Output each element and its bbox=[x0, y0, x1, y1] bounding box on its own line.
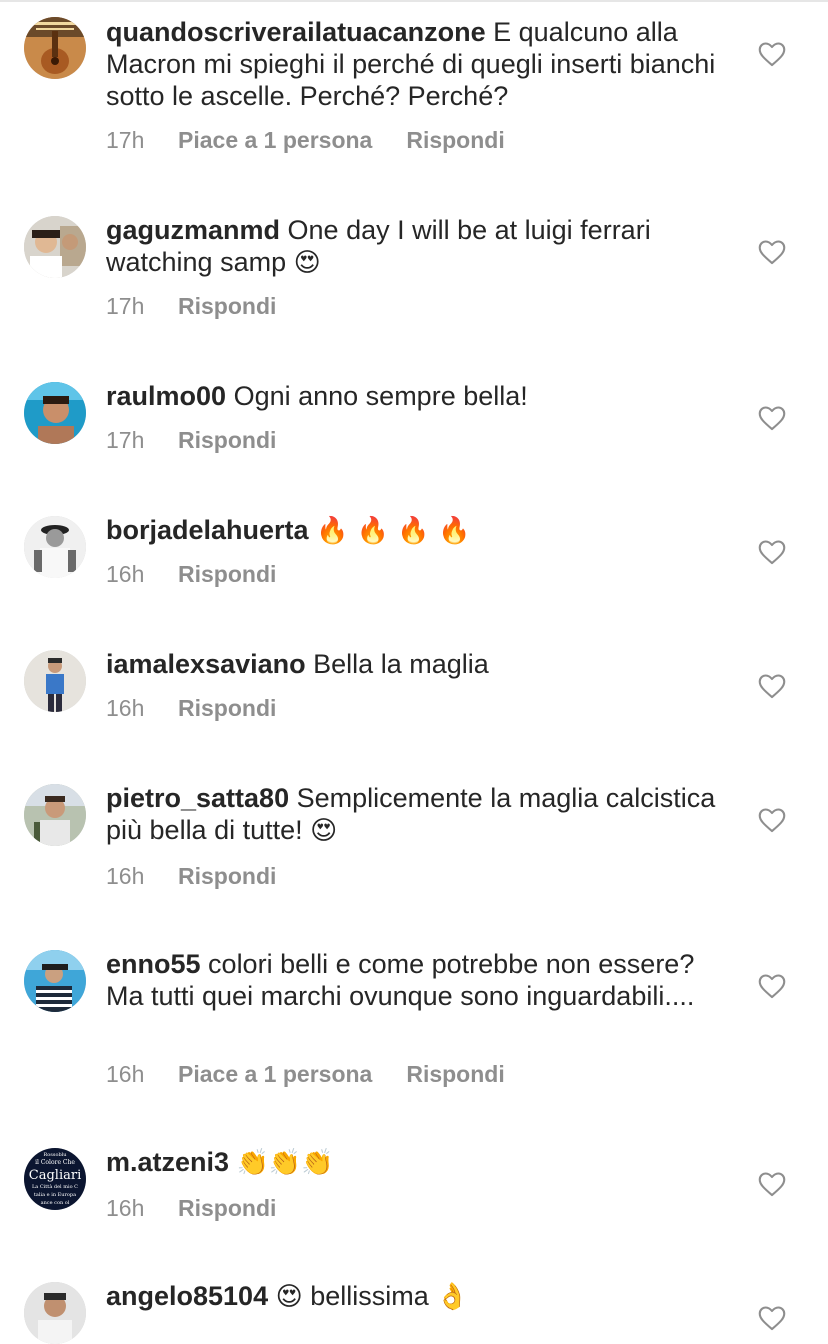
comment-text: enno55 colori belli e come potrebbe non … bbox=[106, 948, 726, 1012]
comment-meta: 16h Rispondi bbox=[106, 863, 276, 890]
comment-meta: 16h Rispondi bbox=[106, 1195, 276, 1222]
ok-hand-emoji: 👌 bbox=[436, 1282, 469, 1312]
comment-username[interactable]: raulmo00 bbox=[106, 381, 226, 411]
comment-text: borjadelahuerta 🔥 🔥 🔥 🔥 bbox=[106, 514, 726, 547]
comment-time: 16h bbox=[106, 561, 145, 587]
comment-text: pietro_satta80 Semplicemente la maglia c… bbox=[106, 782, 726, 847]
comment-time: 16h bbox=[106, 863, 145, 889]
comment-time: 17h bbox=[106, 293, 145, 319]
avatar-man-shirt-image bbox=[24, 1282, 86, 1344]
comment-meta: 17h Rispondi bbox=[106, 427, 276, 454]
svg-text:talia e in Europa: talia e in Europa bbox=[34, 1192, 76, 1198]
like-heart-icon[interactable] bbox=[758, 1171, 786, 1197]
heart-eyes-emoji: 😍 bbox=[310, 816, 338, 846]
comment-text: raulmo00 Ogni anno sempre bella! bbox=[106, 380, 726, 412]
avatar-cagliari-badge-image: Rossoblu il Colore Che Cagliari La Città… bbox=[24, 1148, 86, 1210]
comment-meta: 16h Rispondi bbox=[106, 695, 276, 722]
like-heart-icon[interactable] bbox=[758, 405, 786, 431]
comment-username[interactable]: m.atzeni3 bbox=[106, 1147, 229, 1177]
reply-button[interactable]: Rispondi bbox=[178, 427, 276, 453]
avatar-guitar-cover-image bbox=[24, 17, 86, 79]
comment-meta: 17h Piace a 1 persona Rispondi bbox=[106, 127, 505, 154]
avatar[interactable] bbox=[24, 784, 86, 846]
comment-username[interactable]: iamalexsaviano bbox=[106, 649, 306, 679]
svg-text:Rossoblu: Rossoblu bbox=[44, 1152, 68, 1158]
avatar-man-outdoor-image bbox=[24, 784, 86, 846]
heart-eyes-emoji: 😍 bbox=[275, 1282, 303, 1312]
top-divider bbox=[0, 0, 828, 2]
avatar[interactable] bbox=[24, 382, 86, 444]
avatar-standing-man-image bbox=[24, 650, 86, 712]
comment-username[interactable]: enno55 bbox=[106, 949, 201, 979]
comment-username[interactable]: pietro_satta80 bbox=[106, 783, 289, 813]
avatar[interactable] bbox=[24, 650, 86, 712]
like-heart-icon[interactable] bbox=[758, 239, 786, 265]
reply-button[interactable]: Rispondi bbox=[406, 1061, 504, 1087]
reply-button[interactable]: Rispondi bbox=[406, 127, 504, 153]
avatar[interactable] bbox=[24, 950, 86, 1012]
avatar-bw-hat-man-image bbox=[24, 516, 86, 578]
like-heart-icon[interactable] bbox=[758, 673, 786, 699]
avatar-man-boat-image bbox=[24, 950, 86, 1012]
comment-username[interactable]: gaguzmanmd bbox=[106, 215, 280, 245]
comment-text: quandoscriverailatuacanzone E qualcuno a… bbox=[106, 16, 726, 112]
like-heart-icon[interactable] bbox=[758, 973, 786, 999]
comment-meta: 17h Rispondi bbox=[106, 293, 276, 320]
reply-button[interactable]: Rispondi bbox=[178, 695, 276, 721]
comment-text: iamalexsaviano Bella la maglia bbox=[106, 648, 726, 680]
comment-username[interactable]: angelo85104 bbox=[106, 1281, 268, 1311]
avatar[interactable] bbox=[24, 17, 86, 79]
comment-meta: 16h Piace a 1 persona Rispondi bbox=[106, 1061, 505, 1088]
reply-button[interactable]: Rispondi bbox=[178, 293, 276, 319]
svg-text:il Colore Che: il Colore Che bbox=[35, 1159, 75, 1166]
avatar[interactable] bbox=[24, 1282, 86, 1344]
svg-text:La Città del mio C: La Città del mio C bbox=[32, 1183, 78, 1190]
clapping-emoji: 👏👏👏 bbox=[236, 1148, 334, 1178]
avatar-selfie-man-image bbox=[24, 216, 86, 278]
comment-time: 16h bbox=[106, 1195, 145, 1221]
avatar-pool-man-image bbox=[24, 382, 86, 444]
avatar[interactable]: Rossoblu il Colore Che Cagliari La Città… bbox=[24, 1148, 86, 1210]
like-heart-icon[interactable] bbox=[758, 807, 786, 833]
comment-username[interactable]: borjadelahuerta bbox=[106, 515, 309, 545]
heart-eyes-emoji: 😍 bbox=[293, 248, 321, 278]
like-heart-icon[interactable] bbox=[758, 539, 786, 565]
avatar[interactable] bbox=[24, 216, 86, 278]
comment-body: bellissima bbox=[310, 1281, 429, 1311]
comment-likes-link[interactable]: Piace a 1 persona bbox=[178, 127, 372, 153]
reply-button[interactable]: Rispondi bbox=[178, 1195, 276, 1221]
svg-text:Cagliari: Cagliari bbox=[29, 1168, 81, 1183]
avatar[interactable] bbox=[24, 516, 86, 578]
comment-text: gaguzmanmd One day I will be at luigi fe… bbox=[106, 214, 726, 279]
fire-emoji: 🔥 🔥 🔥 🔥 bbox=[316, 516, 471, 546]
like-heart-icon[interactable] bbox=[758, 1305, 786, 1331]
reply-button[interactable]: Rispondi bbox=[178, 561, 276, 587]
comment-meta: 16h Rispondi bbox=[106, 561, 276, 588]
like-heart-icon[interactable] bbox=[758, 41, 786, 67]
comment-body: Bella la maglia bbox=[313, 649, 489, 679]
comment-username[interactable]: quandoscriverailatuacanzone bbox=[106, 17, 486, 47]
comment-time: 16h bbox=[106, 695, 145, 721]
comment-text: m.atzeni3 👏👏👏 bbox=[106, 1146, 726, 1179]
comment-text: angelo85104 😍 bellissima 👌 bbox=[106, 1280, 726, 1313]
comment-time: 16h bbox=[106, 1061, 145, 1087]
svg-text:ance con ol: ance con ol bbox=[41, 1200, 70, 1206]
comment-time: 17h bbox=[106, 127, 145, 153]
comment-time: 17h bbox=[106, 427, 145, 453]
comment-likes-link[interactable]: Piace a 1 persona bbox=[178, 1061, 372, 1087]
reply-button[interactable]: Rispondi bbox=[178, 863, 276, 889]
comment-body: Ogni anno sempre bella! bbox=[233, 381, 528, 411]
